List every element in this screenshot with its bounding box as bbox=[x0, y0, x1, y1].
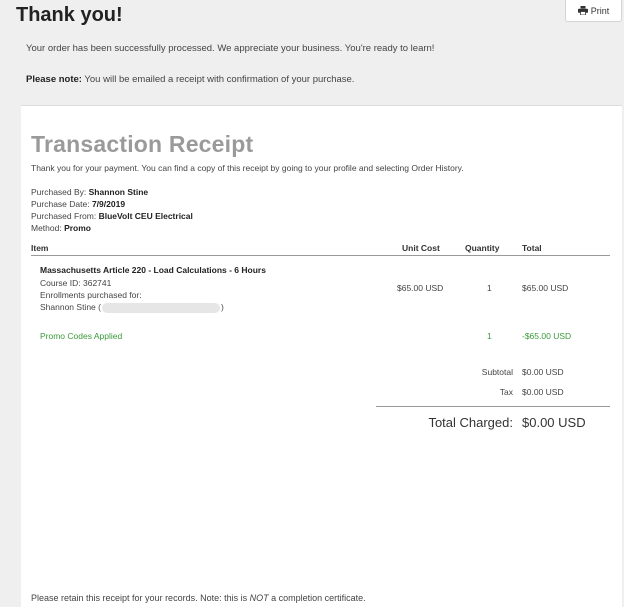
footer-emphasis: NOT bbox=[249, 593, 269, 603]
purchased-from-label: Purchased From: bbox=[31, 211, 99, 221]
order-processed-message: Your order has been successfully process… bbox=[26, 43, 435, 54]
enrollee-close: ) bbox=[220, 302, 224, 312]
redacted-email bbox=[101, 302, 220, 313]
purchased-from-value: BlueVolt CEU Electrical bbox=[98, 211, 193, 221]
subtotal-value: $0.00 USD bbox=[522, 367, 564, 377]
column-header-quantity: Quantity bbox=[465, 243, 500, 253]
footer-text-a: Please retain this receipt for your reco… bbox=[31, 593, 250, 603]
column-header-item: Item bbox=[31, 243, 49, 253]
note-text: You will be emailed a receipt with confi… bbox=[81, 74, 355, 85]
print-button[interactable]: Print bbox=[565, 0, 622, 22]
item-quantity: 1 bbox=[487, 283, 492, 293]
footer-text-b: a completion certificate. bbox=[268, 593, 366, 603]
promo-codes-label: Promo Codes Applied bbox=[40, 331, 123, 341]
tax-label: Tax bbox=[499, 387, 513, 397]
receipt-title: Transaction Receipt bbox=[31, 131, 254, 157]
promo-quantity: 1 bbox=[487, 331, 492, 341]
enrollee: Shannon Stine () bbox=[40, 302, 224, 313]
total-charged-value: $0.00 USD bbox=[522, 415, 586, 430]
receipt-intro: Thank you for your payment. You can find… bbox=[31, 163, 464, 173]
promo-total: -$65.00 USD bbox=[522, 331, 572, 341]
receipt-email-note: Please note: You will be emailed a recei… bbox=[26, 74, 354, 85]
summary-divider bbox=[376, 406, 610, 407]
item-unit-cost: $65.00 USD bbox=[397, 283, 444, 293]
total-charged-label: Total Charged: bbox=[428, 415, 513, 430]
method-label: Method: bbox=[31, 223, 65, 233]
purchased-by-value: Shannon Stine bbox=[88, 187, 149, 197]
purchased-by: Purchased By: Shannon Stine bbox=[31, 186, 148, 198]
receipt-footer-note: Please retain this receipt for your reco… bbox=[31, 593, 366, 603]
printer-icon bbox=[577, 6, 588, 15]
column-header-unit-cost: Unit Cost bbox=[402, 243, 440, 253]
header-divider bbox=[31, 255, 610, 256]
course-id: Course ID: 362741 bbox=[40, 278, 112, 288]
note-label: Please note: bbox=[26, 74, 82, 85]
subtotal-label: Subtotal bbox=[481, 367, 513, 377]
purchased-by-label: Purchased By: bbox=[31, 187, 89, 197]
payment-method: Method: Promo bbox=[31, 222, 91, 234]
tax-value: $0.00 USD bbox=[522, 387, 564, 397]
transaction-receipt-panel: Transaction Receipt Thank you for your p… bbox=[21, 105, 622, 607]
item-total: $65.00 USD bbox=[522, 283, 569, 293]
method-value: Promo bbox=[64, 223, 91, 233]
print-label: Print bbox=[590, 5, 610, 16]
purchase-date: Purchase Date: 7/9/2019 bbox=[31, 198, 125, 210]
enrollments-label: Enrollments purchased for: bbox=[40, 290, 142, 300]
purchased-from: Purchased From: BlueVolt CEU Electrical bbox=[31, 210, 193, 222]
column-header-total: Total bbox=[522, 243, 542, 253]
purchase-date-value: 7/9/2019 bbox=[91, 199, 126, 209]
item-name: Massachusetts Article 220 - Load Calcula… bbox=[40, 265, 266, 275]
enrollee-name: Shannon Stine ( bbox=[40, 302, 101, 312]
page-title: Thank you! bbox=[16, 4, 123, 26]
purchase-date-label: Purchase Date: bbox=[31, 199, 92, 209]
